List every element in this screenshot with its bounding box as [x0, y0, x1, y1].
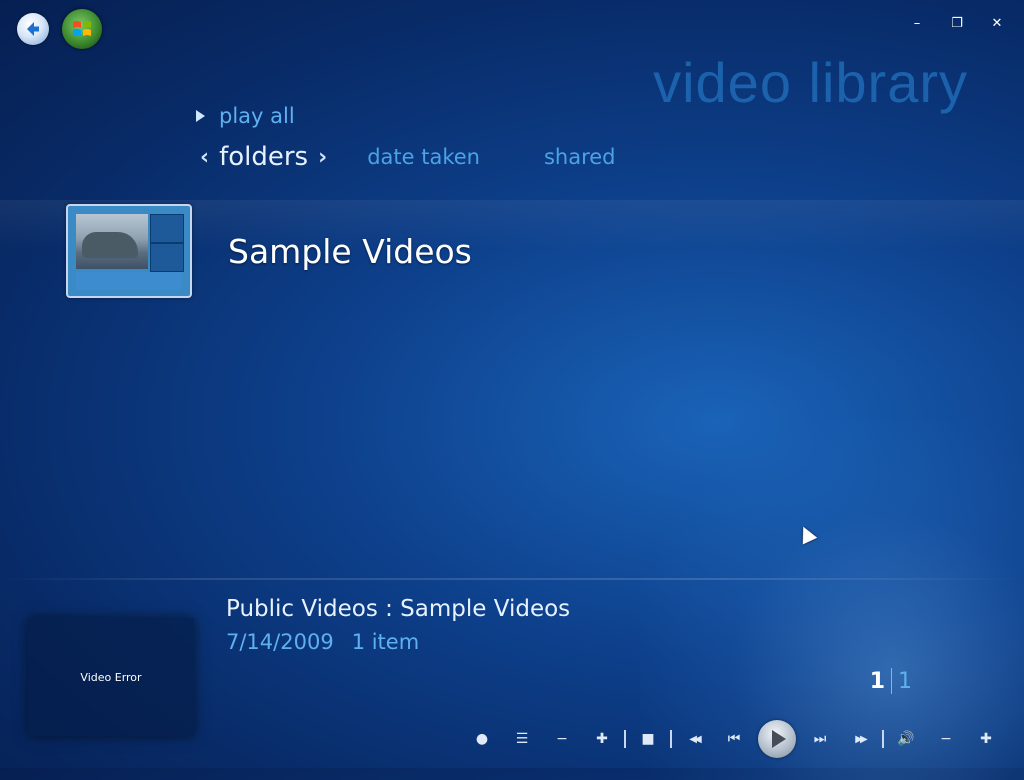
- list-icon: ☰: [515, 731, 529, 747]
- folder-label: Sample Videos: [228, 231, 472, 271]
- fast-forward-button[interactable]: ▶▶: [840, 720, 880, 758]
- record-icon: ●: [475, 731, 489, 747]
- minus-icon: −: [940, 731, 952, 747]
- chevron-left-icon[interactable]: ‹: [200, 145, 209, 170]
- plus-icon: ✚: [596, 731, 608, 747]
- thumbnail-strip: [76, 272, 182, 290]
- windows-start-icon: [73, 21, 91, 36]
- speaker-icon: 🔊: [897, 731, 915, 747]
- pager-current: 1: [869, 668, 885, 694]
- play-icon: [196, 110, 205, 122]
- view-selector: ‹ folders › date taken shared: [200, 142, 616, 172]
- guide-button[interactable]: ☰: [502, 720, 542, 758]
- view-shared[interactable]: shared: [544, 145, 616, 169]
- fast-forward-icon: ▶▶: [855, 733, 868, 745]
- item-date: 7/14/2009: [226, 630, 334, 654]
- transport-separator: [670, 730, 672, 748]
- folder-item-sample-videos[interactable]: Sample Videos: [66, 204, 472, 298]
- mute-button[interactable]: 🔊: [886, 720, 926, 758]
- transport-separator: [882, 730, 884, 748]
- thumbnail-slot: [150, 243, 184, 272]
- view-selected-label: folders: [219, 142, 309, 172]
- back-arrow-icon: [27, 22, 39, 36]
- back-button[interactable]: [17, 13, 49, 45]
- transport-separator: [624, 730, 626, 748]
- preview-status: Video Error: [80, 670, 142, 684]
- play-all-label: play all: [219, 104, 295, 128]
- item-path: Public Videos : Sample Videos: [226, 596, 571, 622]
- rewind-icon: ◀◀: [689, 733, 702, 745]
- transport-controls: ● ☰ − ✚ ■ ◀◀ ⏮ ⏭ ▶▶ 🔊 − ✚: [462, 720, 1006, 758]
- window-controls: – ❐ ✕: [908, 14, 1006, 32]
- minimize-button[interactable]: –: [908, 14, 926, 32]
- chevron-right-icon[interactable]: ›: [318, 145, 327, 170]
- thumbnail-image: [76, 214, 148, 269]
- close-button[interactable]: ✕: [988, 14, 1006, 32]
- play-icon: [772, 730, 786, 748]
- windows-start-button[interactable]: [62, 9, 102, 49]
- skip-back-icon: ⏮: [727, 731, 741, 747]
- page-title: video library: [653, 51, 968, 114]
- pager: 1 1: [870, 668, 912, 694]
- pager-separator: [891, 668, 892, 694]
- stop-button[interactable]: ■: [628, 720, 668, 758]
- volume-up-button[interactable]: ✚: [966, 720, 1006, 758]
- thumbnail-slot: [150, 214, 184, 243]
- mouse-cursor-icon: [796, 523, 818, 545]
- channel-up-button[interactable]: ✚: [582, 720, 622, 758]
- record-button[interactable]: ●: [462, 720, 502, 758]
- folder-thumbnail: [66, 204, 192, 298]
- restore-button[interactable]: ❐: [948, 14, 966, 32]
- play-pause-button[interactable]: [758, 720, 796, 758]
- skip-forward-icon: ⏭: [813, 731, 827, 747]
- pager-total: 1: [898, 668, 912, 694]
- item-count: 1 item: [351, 630, 420, 654]
- previous-button[interactable]: ⏮: [714, 720, 754, 758]
- plus-icon: ✚: [980, 731, 992, 747]
- view-folders[interactable]: ‹ folders ›: [200, 142, 327, 172]
- item-meta: 7/14/2009 1 item: [226, 630, 419, 654]
- stop-icon: ■: [641, 731, 655, 747]
- next-button[interactable]: ⏭: [800, 720, 840, 758]
- divider: [0, 578, 1024, 580]
- volume-down-button[interactable]: −: [926, 720, 966, 758]
- play-all-button[interactable]: play all: [196, 104, 295, 128]
- view-date-taken[interactable]: date taken: [367, 145, 480, 169]
- minus-icon: −: [556, 731, 568, 747]
- rewind-button[interactable]: ◀◀: [674, 720, 714, 758]
- channel-down-button[interactable]: −: [542, 720, 582, 758]
- video-preview[interactable]: Video Error: [28, 618, 194, 736]
